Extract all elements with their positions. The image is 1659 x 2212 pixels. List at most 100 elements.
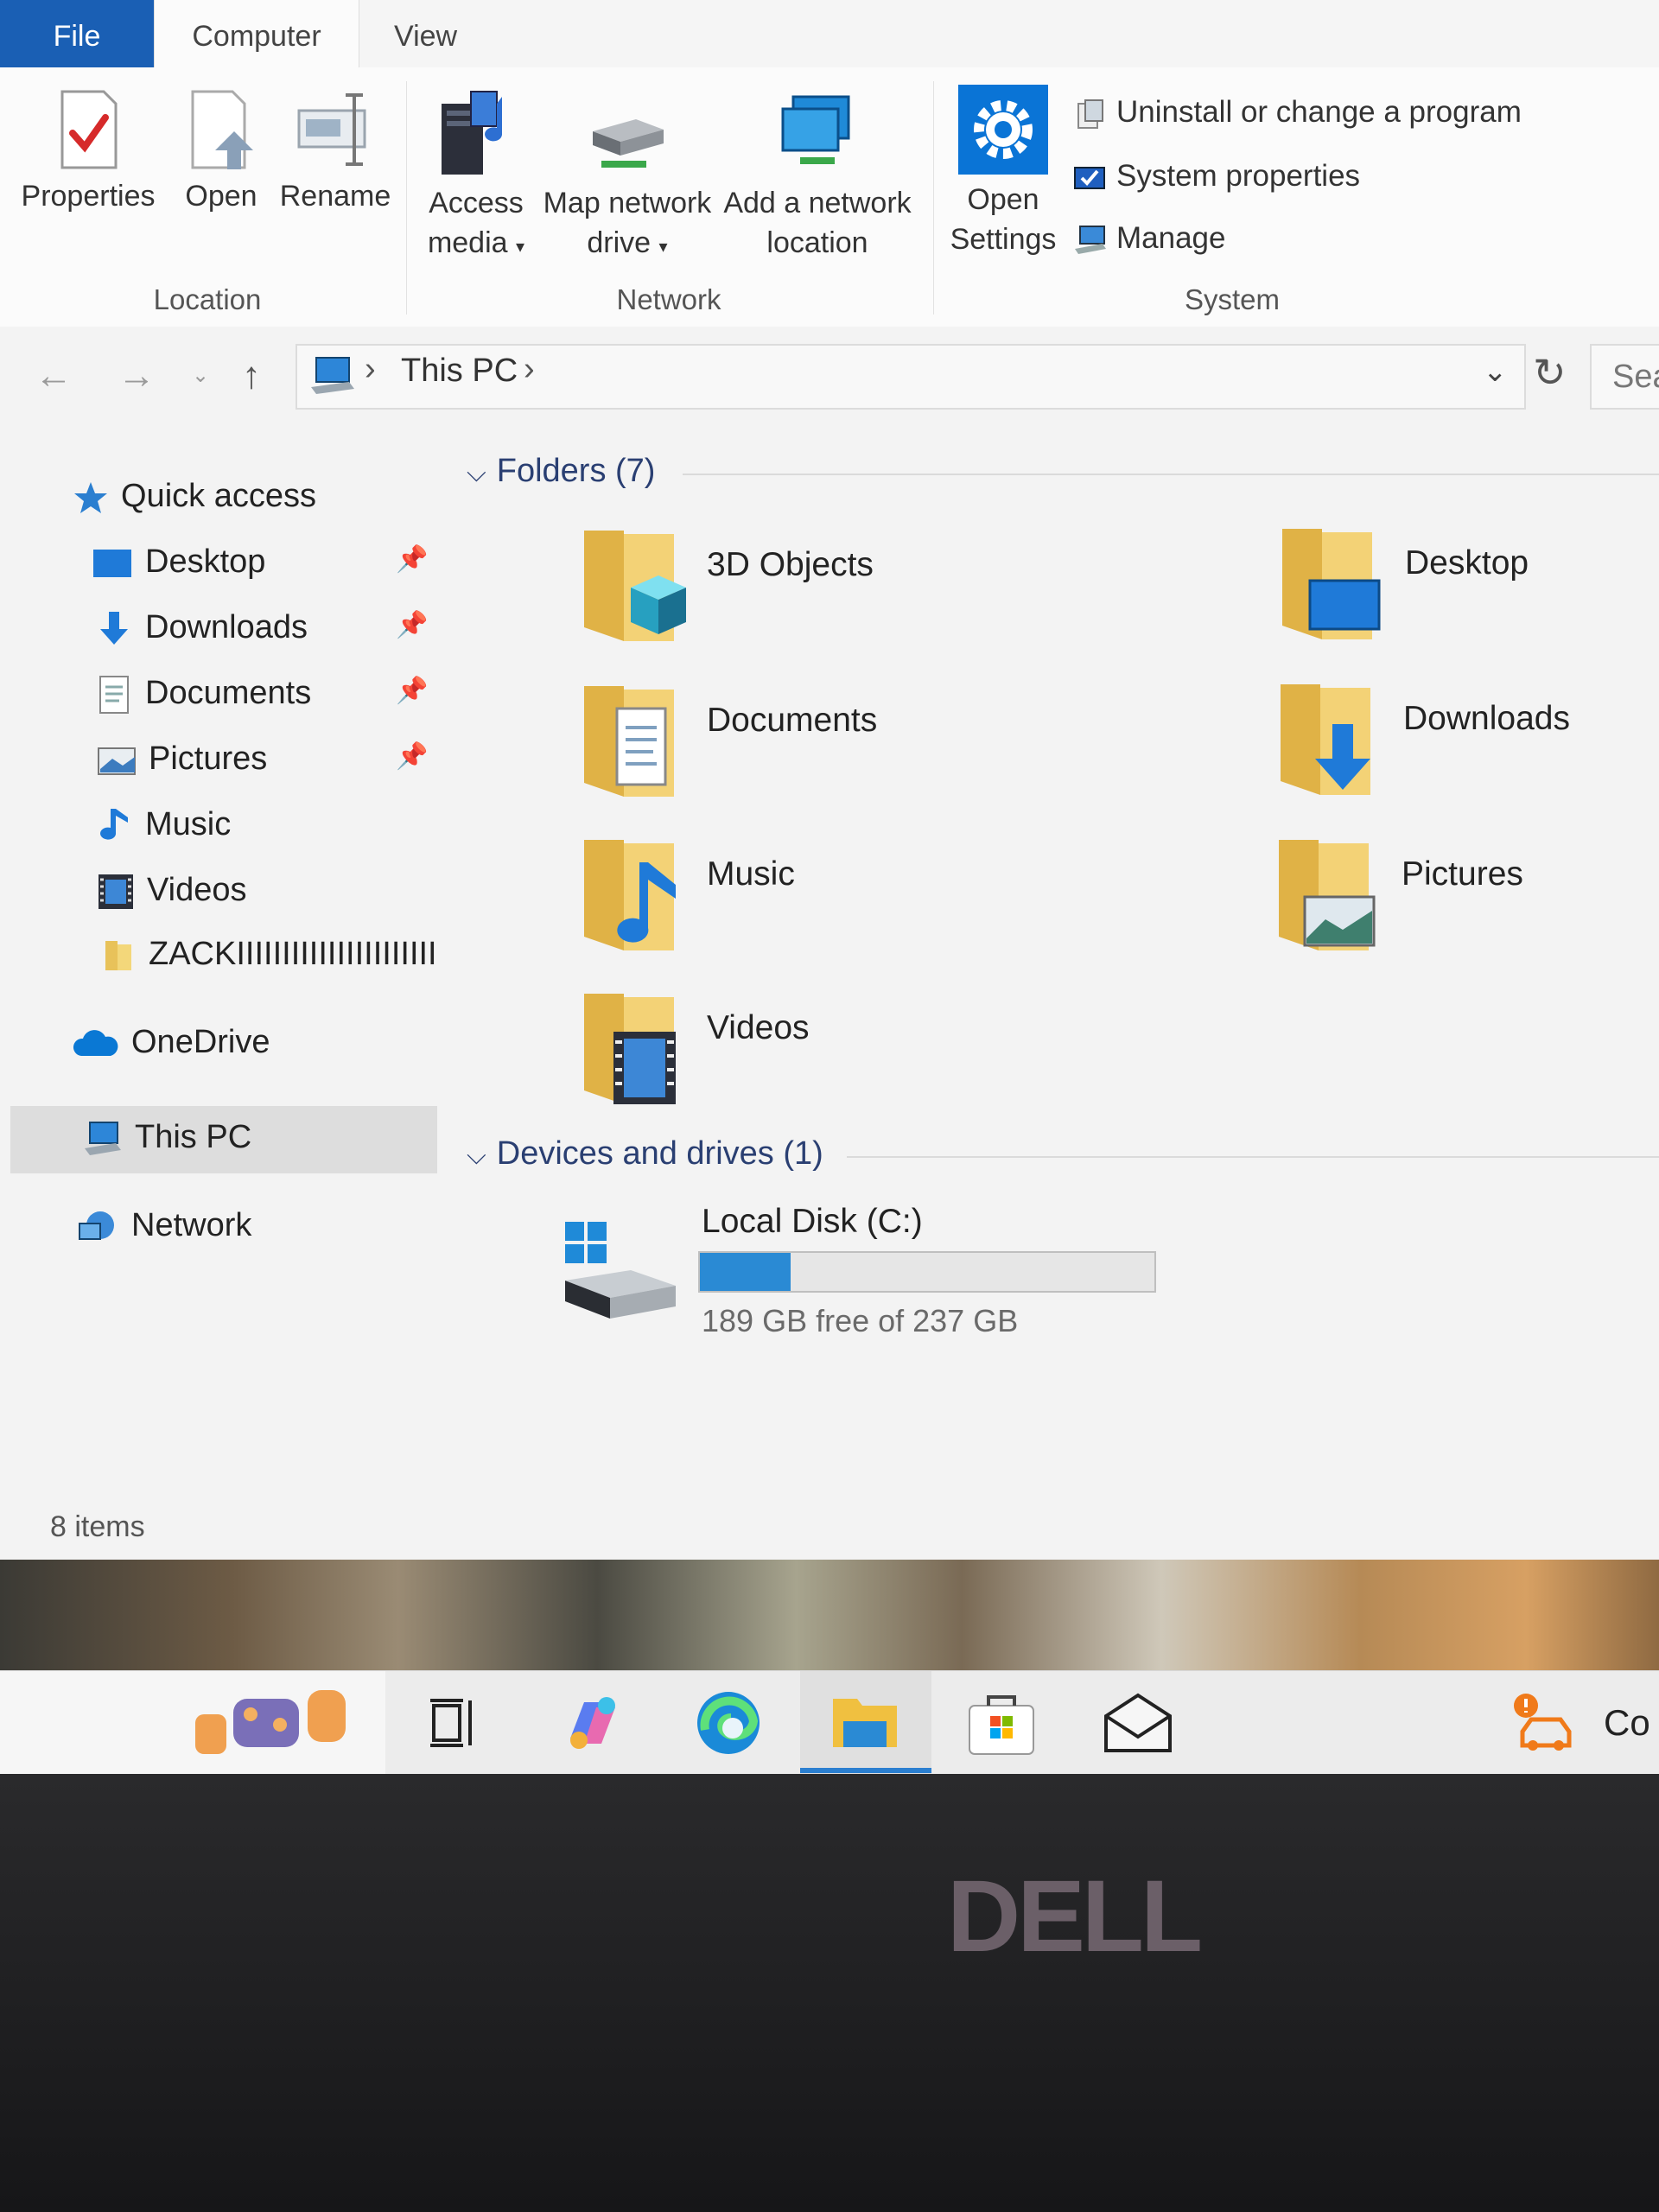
- rename-button[interactable]: Rename: [275, 88, 396, 216]
- add-network-location-button[interactable]: Add a network location: [721, 88, 914, 263]
- tab-view[interactable]: View: [358, 0, 493, 67]
- group-label-system: System: [1184, 283, 1281, 315]
- laptop-bezel: [0, 1774, 1659, 2212]
- pin-icon[interactable]: 📌: [396, 741, 428, 772]
- copilot-icon[interactable]: [553, 1687, 631, 1759]
- alert-car-icon[interactable]: [1507, 1687, 1585, 1759]
- pin-icon[interactable]: 📌: [396, 544, 428, 575]
- sidebar-item-label: This PC: [135, 1119, 252, 1155]
- folder-tile-pictures[interactable]: Pictures: [1274, 836, 1659, 983]
- taskbar-notification-text[interactable]: Co: [1604, 1702, 1650, 1744]
- desktop-wallpaper: [0, 1560, 1659, 1670]
- active-app-indicator: [800, 1768, 931, 1773]
- task-view-icon[interactable]: [415, 1687, 493, 1759]
- sidebar-item-onedrive[interactable]: OneDrive: [73, 1014, 270, 1070]
- drive-name: Local Disk (C:): [702, 1203, 923, 1240]
- widgets-weather-icon: [195, 1690, 346, 1754]
- taskbar: Co: [0, 1670, 1659, 1775]
- file-explorer-icon[interactable]: [826, 1687, 904, 1759]
- open-label: Open: [185, 180, 257, 213]
- tab-computer[interactable]: Computer: [154, 0, 359, 69]
- sidebar-item-this-pc[interactable]: This PC: [83, 1109, 251, 1165]
- map-network-drive-label-2: drive ▾: [541, 223, 714, 267]
- open-settings-label-1: Open: [967, 183, 1039, 216]
- sidebar-item-quick-access[interactable]: Quick access: [73, 468, 316, 524]
- download-arrow-icon: [100, 611, 128, 645]
- map-network-drive-button[interactable]: Map network drive ▾: [541, 88, 714, 267]
- sidebar-item-zack-folder[interactable]: ZACKIIIIIIIIIIIIIIIIIIIIII: [102, 926, 437, 982]
- dell-logo: DELL: [947, 1859, 1203, 1974]
- open-file-icon: [191, 90, 253, 169]
- sidebar-item-videos[interactable]: Videos: [97, 862, 247, 918]
- access-media-label-1: Access: [429, 187, 524, 219]
- access-media-label-2: media ▾: [420, 223, 532, 267]
- chevron-down-icon: ⌵: [467, 1141, 486, 1170]
- 3d-objects-folder-icon: [584, 531, 686, 641]
- section-divider: [683, 474, 1659, 475]
- sidebar-item-downloads[interactable]: Downloads: [95, 600, 308, 655]
- group-label-location: Location: [153, 283, 262, 315]
- breadcrumb-chevron-icon[interactable]: ›: [524, 351, 535, 388]
- manage-button[interactable]: Manage: [1073, 213, 1225, 264]
- sidebar-item-desktop[interactable]: Desktop: [92, 534, 265, 589]
- gear-icon: [958, 85, 1048, 175]
- folder-tile-documents[interactable]: Documents: [579, 683, 1184, 830]
- section-divider: [847, 1156, 1659, 1158]
- refresh-icon[interactable]: ↻: [1533, 349, 1567, 396]
- folders-section-title: Folders (7): [496, 453, 656, 489]
- access-media-icon: [442, 91, 502, 175]
- mail-icon[interactable]: [1099, 1687, 1177, 1759]
- folder-tile-videos[interactable]: Videos: [579, 990, 1184, 1137]
- sidebar-item-network[interactable]: Network: [76, 1198, 251, 1253]
- document-icon: [99, 675, 129, 714]
- add-network-location-label-2: location: [766, 226, 868, 259]
- properties-icon: [60, 90, 118, 169]
- open-button[interactable]: Open: [169, 88, 273, 216]
- search-input[interactable]: Sea: [1590, 344, 1659, 410]
- sidebar-item-pictures[interactable]: Pictures: [97, 731, 267, 786]
- folder-tile-music[interactable]: Music: [579, 836, 1184, 983]
- uninstall-program-button[interactable]: Uninstall or change a program: [1073, 86, 1522, 138]
- folder-name: Documents: [707, 702, 878, 739]
- system-properties-button[interactable]: System properties: [1073, 150, 1360, 202]
- local-disk-icon: [565, 1222, 676, 1319]
- map-network-drive-label-1: Map network: [543, 187, 712, 219]
- microsoft-store-icon[interactable]: [963, 1687, 1040, 1759]
- address-bar[interactable]: › This PC › ⌄: [296, 344, 1526, 410]
- widgets-button[interactable]: [0, 1671, 385, 1775]
- uninstall-program-label: Uninstall or change a program: [1116, 95, 1522, 129]
- folder-tile-3d-objects[interactable]: 3D Objects: [579, 527, 1184, 674]
- sidebar-item-music[interactable]: Music: [99, 797, 231, 852]
- navigation-bar: ← → ⌄ ↑ › This PC › ⌄ ↻ Sea: [0, 327, 1659, 422]
- forward-arrow-icon[interactable]: →: [118, 354, 156, 397]
- folder-tile-downloads[interactable]: Downloads: [1275, 681, 1659, 828]
- folders-section-header[interactable]: ⌵ Folders (7): [467, 453, 655, 490]
- devices-section-header[interactable]: ⌵ Devices and drives (1): [467, 1135, 823, 1173]
- music-folder-icon: [584, 840, 676, 950]
- back-arrow-icon[interactable]: ←: [35, 354, 73, 397]
- address-dropdown-chevron-icon[interactable]: ⌄: [1483, 354, 1508, 389]
- group-separator: [933, 81, 934, 315]
- pin-icon[interactable]: 📌: [396, 610, 428, 640]
- properties-button[interactable]: Properties: [19, 88, 157, 216]
- desktop-folder-icon: [1282, 529, 1381, 639]
- edge-browser-icon[interactable]: [690, 1687, 767, 1759]
- sidebar-item-label: Videos: [147, 872, 247, 908]
- system-properties-label: System properties: [1116, 159, 1361, 193]
- add-network-location-label-1: Add a network: [723, 187, 912, 219]
- recent-locations-chevron-icon[interactable]: ⌄: [192, 363, 209, 388]
- sidebar-item-documents[interactable]: Documents: [97, 665, 311, 721]
- onedrive-cloud-icon: [73, 1030, 118, 1056]
- pin-icon[interactable]: 📌: [396, 676, 428, 706]
- tab-file[interactable]: File: [0, 0, 154, 67]
- this-pc-icon: [311, 357, 354, 394]
- properties-label: Properties: [21, 180, 156, 213]
- folder-name: Videos: [707, 1009, 810, 1046]
- folder-tile-desktop[interactable]: Desktop: [1277, 525, 1659, 672]
- open-settings-button[interactable]: Open Settings: [944, 85, 1063, 259]
- folder-icon: [105, 940, 131, 970]
- breadcrumb-this-pc[interactable]: This PC: [401, 353, 518, 390]
- network-location-icon: [781, 95, 850, 164]
- up-arrow-icon[interactable]: ↑: [242, 354, 261, 397]
- access-media-button[interactable]: Access media ▾: [420, 88, 532, 267]
